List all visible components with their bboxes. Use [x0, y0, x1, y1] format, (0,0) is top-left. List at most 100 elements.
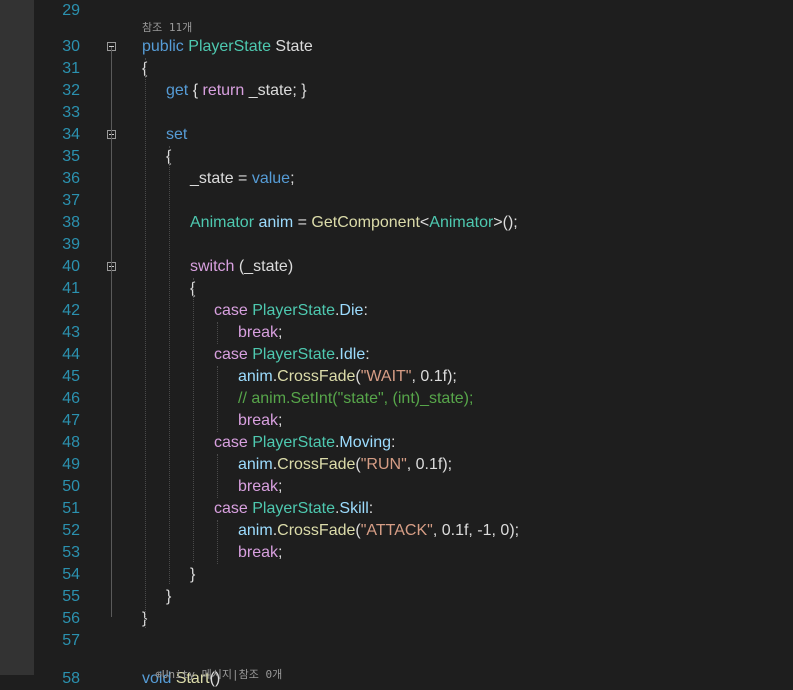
code-line[interactable]: 38 Animator anim = GetComponent<Animator>…	[34, 212, 793, 234]
code-text: case PlayerState.Skill:	[214, 498, 373, 520]
line-number: 51	[62, 500, 80, 517]
code-token: break	[238, 324, 279, 341]
code-token: break	[238, 478, 279, 495]
code-line[interactable]: 56}	[34, 608, 793, 630]
code-text: }	[166, 586, 171, 608]
code-token: :	[365, 346, 370, 363]
line-number: 58	[62, 670, 80, 687]
code-token: "ATTACK"	[360, 522, 433, 539]
code-token: "WAIT"	[360, 368, 412, 385]
code-text: break;	[238, 476, 282, 498]
code-line[interactable]: 52 anim.CrossFade("ATTACK", 0.1f, -1, 0);	[34, 520, 793, 542]
line-number: 38	[62, 214, 80, 231]
code-text: set	[166, 124, 187, 146]
code-line[interactable]: 41{	[34, 278, 793, 300]
line-number: 49	[62, 456, 80, 473]
code-line[interactable]: 53 break;	[34, 542, 793, 564]
code-line[interactable]: 47 break;	[34, 410, 793, 432]
code-token: :	[368, 500, 374, 517]
editor-left-strip	[0, 0, 34, 675]
code-token: get	[166, 82, 189, 99]
line-number: 44	[62, 346, 80, 363]
line-number: 31	[62, 60, 80, 77]
code-line[interactable]: 32 get { return _state; }	[34, 80, 793, 102]
code-line[interactable]: 49 anim.CrossFade("RUN", 0.1f);	[34, 454, 793, 476]
code-line[interactable]: 37	[34, 190, 793, 212]
line-number: 53	[62, 544, 80, 561]
code-line[interactable]: 35{	[34, 146, 793, 168]
code-line[interactable]: 43 break;	[34, 322, 793, 344]
codelens-references[interactable]: 참조 11개	[142, 20, 192, 36]
line-number: 43	[62, 324, 80, 341]
code-text: get { return _state; }	[166, 80, 307, 102]
code-token: , 0.1f);	[406, 456, 453, 473]
line-number: 56	[62, 610, 80, 627]
code-line[interactable]: 30 public PlayerState State	[34, 36, 793, 58]
line-number: 37	[62, 192, 80, 209]
code-line[interactable]: 51 case PlayerState.Skill:	[34, 498, 793, 520]
code-text: public PlayerState State	[142, 36, 313, 58]
code-text: case PlayerState.Die:	[214, 300, 368, 322]
code-line[interactable]: 33	[34, 102, 793, 124]
code-token: break	[238, 544, 279, 561]
indent-guide	[217, 520, 218, 564]
line-number: 42	[62, 302, 80, 319]
code-line[interactable]: 48 case PlayerState.Moving:	[34, 432, 793, 454]
code-line[interactable]: 36 _state = value;	[34, 168, 793, 190]
code-token: set	[166, 126, 188, 143]
code-text: Animator anim = GetComponent<Animator>()…	[190, 212, 518, 234]
code-token: anim	[258, 214, 294, 231]
code-token: Animator	[429, 214, 494, 231]
code-token: Die	[339, 302, 364, 319]
code-token: case	[214, 434, 248, 451]
code-token: <	[419, 214, 430, 231]
code-token: anim	[238, 368, 273, 385]
codelens-unity-messages[interactable]: ⊕Unity 메시지|참조 0개	[142, 651, 282, 683]
code-line[interactable]: 34 set	[34, 124, 793, 146]
line-number: 36	[62, 170, 80, 187]
code-token: value	[251, 170, 291, 187]
code-line[interactable]: 40 switch (_state)	[34, 256, 793, 278]
code-line[interactable]: 54}	[34, 564, 793, 586]
code-line[interactable]: 39	[34, 234, 793, 256]
code-token: PlayerState	[188, 38, 271, 55]
line-number: 34	[62, 126, 80, 143]
line-number: 50	[62, 478, 80, 495]
code-line[interactable]: 45 anim.CrossFade("WAIT", 0.1f);	[34, 366, 793, 388]
code-line[interactable]: 50 break;	[34, 476, 793, 498]
code-token: :	[391, 434, 396, 451]
line-number: 54	[62, 566, 80, 583]
code-token: ;	[278, 544, 283, 561]
line-number: 35	[62, 148, 80, 165]
code-token: State	[270, 38, 313, 55]
code-line[interactable]: 29	[34, 0, 793, 22]
code-token: switch	[190, 258, 235, 275]
line-number: 46	[62, 390, 80, 407]
indent-guide	[169, 146, 170, 584]
code-token: "RUN"	[360, 456, 407, 473]
line-number: 29	[62, 2, 80, 19]
code-text: }	[190, 564, 195, 586]
code-line[interactable]: 57	[34, 630, 793, 652]
code-token: PlayerState	[252, 434, 335, 451]
code-token: CrossFade	[277, 522, 356, 539]
code-line[interactable]: 55}	[34, 586, 793, 608]
code-line[interactable]: 31{	[34, 58, 793, 80]
line-number: 47	[62, 412, 80, 429]
code-token: GetComponent	[311, 214, 420, 231]
code-token: , 0.1f, -1, 0);	[432, 522, 520, 539]
indent-guide	[217, 366, 218, 432]
code-token: :	[363, 302, 368, 319]
code-line[interactable]: 46 // anim.SetInt("state", (int)_state);	[34, 388, 793, 410]
code-line[interactable]: 44 case PlayerState.Idle:	[34, 344, 793, 366]
code-token: (_state)	[234, 258, 294, 275]
code-line[interactable]: 42 case PlayerState.Die:	[34, 300, 793, 322]
code-text: break;	[238, 322, 282, 344]
line-number: 41	[62, 280, 80, 297]
code-token: anim	[238, 456, 273, 473]
code-text: anim.CrossFade("WAIT", 0.1f);	[238, 366, 457, 388]
line-number: 45	[62, 368, 80, 385]
code-token: ;	[278, 324, 283, 341]
code-token: Moving	[339, 434, 391, 451]
code-token: }	[190, 566, 196, 583]
